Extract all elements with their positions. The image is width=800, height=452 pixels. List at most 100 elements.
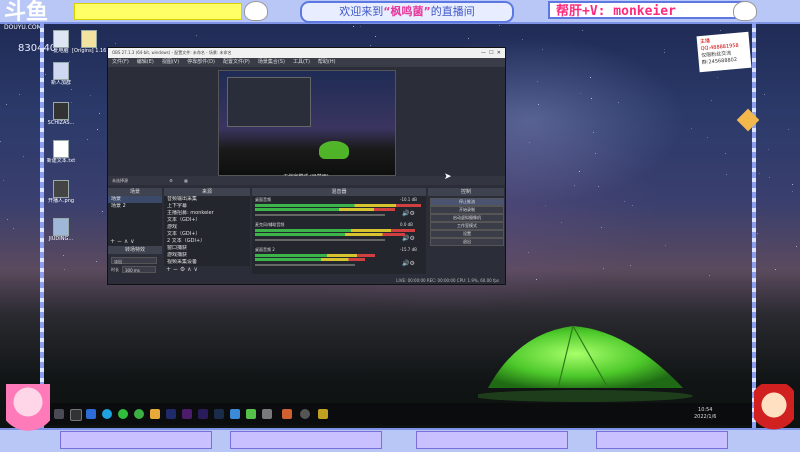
obs-icon[interactable] xyxy=(300,409,310,419)
search-icon[interactable] xyxy=(70,409,82,421)
star xyxy=(545,205,547,207)
star xyxy=(537,103,539,105)
app-icon[interactable] xyxy=(318,409,328,419)
desktop-icon-join-group[interactable]: 新人加群 xyxy=(44,62,78,87)
star xyxy=(13,227,15,229)
start-recording-button[interactable]: 开始录制 xyxy=(430,206,504,214)
star xyxy=(375,36,377,38)
obs-title-bar[interactable]: OBS 27.1.3 (64-bit, windows) - 配置文件: 未命名… xyxy=(108,48,505,58)
star xyxy=(597,185,599,187)
speaker-icon[interactable]: 🔊⚙ xyxy=(402,235,415,242)
properties-icon[interactable]: ⚙ xyxy=(169,178,173,183)
source-item[interactable]: 文本（GDI+） xyxy=(164,231,250,238)
desktop-icon-schizas[interactable]: SCHIZAS... xyxy=(44,102,78,127)
desktop-icon-jiuding[interactable]: JIUDING... xyxy=(44,218,78,243)
start-virtual-camera-button[interactable]: 启动虚拟摄像机 xyxy=(430,214,504,222)
duration-input[interactable]: 300 ms xyxy=(122,266,156,273)
source-item[interactable]: 游戏捕获 xyxy=(164,252,250,259)
speaker-icon[interactable]: 🔊⚙ xyxy=(402,260,415,267)
star xyxy=(499,25,501,27)
no-source-label: 未选择源 xyxy=(112,178,128,183)
app-icon[interactable] xyxy=(246,409,256,419)
preview-tent xyxy=(319,141,349,159)
task-view-icon[interactable] xyxy=(86,409,96,419)
menu-profile[interactable]: 配置文件(P) xyxy=(223,59,250,65)
scene-item[interactable]: 场景 2 xyxy=(108,203,162,210)
menu-file[interactable]: 文件(F) xyxy=(112,59,129,65)
transitions-dock-header: 转场特效 xyxy=(108,246,162,254)
source-item[interactable]: 上下字幕 xyxy=(164,203,250,210)
menu-view[interactable]: 视图(V) xyxy=(162,59,179,65)
star xyxy=(664,244,666,246)
stop-streaming-button[interactable]: 停止推流 xyxy=(430,198,504,206)
volume-slider[interactable] xyxy=(255,239,385,241)
app-icon[interactable] xyxy=(118,409,128,419)
speaker-icon[interactable]: 🔊⚙ xyxy=(402,210,415,217)
star xyxy=(664,48,666,50)
star xyxy=(528,142,530,144)
source-item[interactable]: 文本（GDI+） xyxy=(164,217,250,224)
star xyxy=(707,136,709,138)
filters-icon[interactable]: ▦ xyxy=(184,178,188,183)
wechat-icon[interactable] xyxy=(134,409,144,419)
text-file-icon xyxy=(53,140,69,158)
mixer-channel-db: 0.0 dB xyxy=(400,222,413,227)
app-icon[interactable] xyxy=(230,409,240,419)
star xyxy=(756,232,758,234)
source-item[interactable]: 2 文本（GDI+） xyxy=(164,238,250,245)
app-icon[interactable] xyxy=(214,409,224,419)
app-icon[interactable] xyxy=(262,409,272,419)
mixer-dock-header: 混音器 xyxy=(252,188,426,196)
desktop-icon-text-file[interactable]: 新建文本.txt xyxy=(44,140,78,165)
folder-icon[interactable] xyxy=(150,409,160,419)
source-item[interactable]: 视频采集设备 xyxy=(164,259,250,266)
source-item[interactable]: 窗口捕获 xyxy=(164,245,250,252)
after-effects-icon[interactable] xyxy=(198,409,208,419)
source-item[interactable]: 主播招募: monkeier xyxy=(164,210,250,217)
desktop-icon-origins[interactable]: [Origins] 1.16.2... xyxy=(72,30,106,55)
star xyxy=(792,191,794,193)
star xyxy=(468,38,470,40)
active-app-icon[interactable] xyxy=(282,409,292,419)
sources-list[interactable]: 音频输出采集 上下字幕 主播招募: monkeier 文本（GDI+） 游戏 文… xyxy=(164,196,250,266)
star xyxy=(19,93,21,95)
star xyxy=(594,152,596,154)
obs-menu-bar[interactable]: 文件(F) 编辑(E) 视图(V) 停靠部件(D) 配置文件(P) 场景集合(S) 工具(T… xyxy=(108,58,505,67)
transition-select[interactable]: 淡出 xyxy=(111,257,157,264)
star xyxy=(96,260,98,262)
star xyxy=(791,184,793,186)
menu-tools[interactable]: 工具(T) xyxy=(293,59,310,65)
menu-help[interactable]: 帮助(H) xyxy=(318,59,336,65)
browser-icon[interactable] xyxy=(102,409,112,419)
scene-add-remove-icons[interactable]: + − ∧ ∨ xyxy=(110,238,135,245)
studio-mode-button[interactable]: 工作室模式 xyxy=(430,222,504,230)
mixer-channel-db: -10.1 dB xyxy=(400,197,417,202)
star xyxy=(537,81,539,83)
star xyxy=(724,153,726,155)
settings-button[interactable]: 设置 xyxy=(430,230,504,238)
obs-preview[interactable] xyxy=(218,70,396,176)
volume-meter xyxy=(255,258,365,261)
scene-item[interactable]: 场景 xyxy=(108,196,162,203)
pink-mascot-icon xyxy=(6,384,50,444)
premiere-icon[interactable] xyxy=(182,409,192,419)
star xyxy=(2,179,4,181)
menu-edit[interactable]: 编辑(E) xyxy=(137,59,154,65)
taskbar-clock[interactable]: 10:54 2022/1/6 xyxy=(694,407,716,421)
star xyxy=(664,51,666,53)
start-icon[interactable] xyxy=(54,409,64,419)
window-controls[interactable]: — ☐ ✕ xyxy=(481,48,501,58)
volume-slider[interactable] xyxy=(255,264,355,266)
photoshop-icon[interactable] xyxy=(166,409,176,419)
source-item[interactable]: 游戏 xyxy=(164,224,250,231)
volume-slider[interactable] xyxy=(255,214,385,216)
desktop-icon-png[interactable]: 开播人.png xyxy=(44,180,78,205)
source-add-remove-icons[interactable]: + − ⚙ ∧ ∨ xyxy=(166,266,198,273)
star xyxy=(560,222,562,224)
menu-scene-collection[interactable]: 场景集合(S) xyxy=(258,59,285,65)
menu-docks[interactable]: 停靠部件(D) xyxy=(187,59,215,65)
source-item[interactable]: 音频输出采集 xyxy=(164,196,250,203)
exit-button[interactable]: 退出 xyxy=(430,238,504,246)
obs-window[interactable]: OBS 27.1.3 (64-bit, windows) - 配置文件: 未命名… xyxy=(107,47,506,285)
mouse-cursor-icon: ➤ xyxy=(444,172,452,182)
